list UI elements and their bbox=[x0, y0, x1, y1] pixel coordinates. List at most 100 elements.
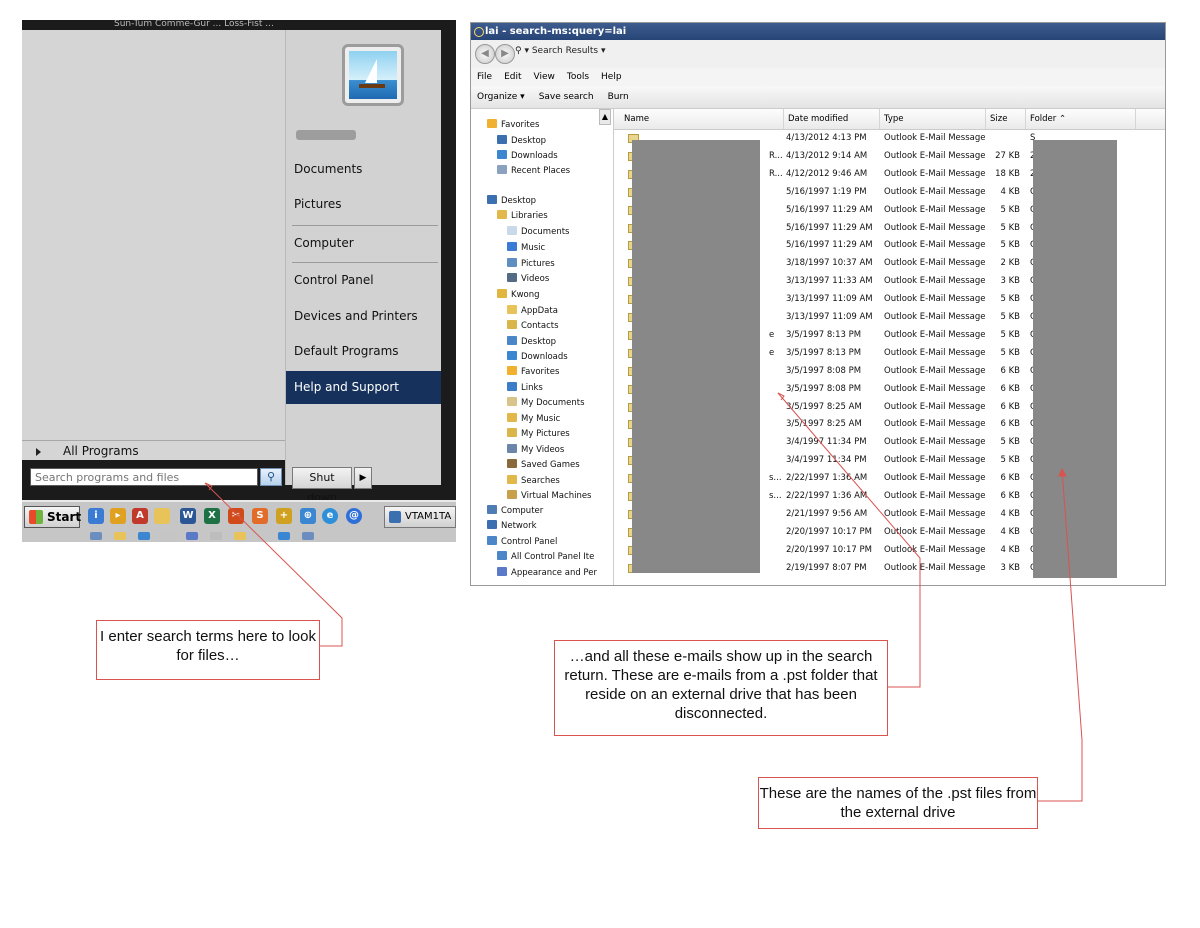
nav-item-desktop[interactable]: Desktop bbox=[487, 195, 536, 207]
network-icon[interactable]: ⊕ bbox=[300, 508, 316, 524]
nav-item-my-documents[interactable]: My Documents bbox=[507, 397, 585, 409]
nav-item-label: All Control Panel Ite bbox=[511, 552, 595, 562]
tray-icon[interactable] bbox=[186, 532, 198, 540]
word-icon[interactable]: W bbox=[180, 508, 196, 524]
nav-item-recent-places[interactable]: Recent Places bbox=[497, 165, 570, 177]
command-bar: Organize ▾ Save search Burn bbox=[471, 86, 1165, 109]
tray-icon[interactable] bbox=[138, 532, 150, 540]
user-picture-icon[interactable] bbox=[342, 44, 404, 106]
nav-item-my-music[interactable]: My Music bbox=[507, 413, 560, 425]
nav-item-control-panel[interactable]: Control Panel bbox=[487, 536, 557, 548]
nav-item-computer[interactable]: Computer bbox=[487, 505, 543, 517]
folder-icon bbox=[507, 382, 517, 391]
date-modified-cell: 3/13/1997 11:33 AM bbox=[786, 276, 873, 287]
start-menu-item-pictures[interactable]: Pictures bbox=[294, 188, 440, 221]
nav-scroll-up-button[interactable]: ▲ bbox=[599, 109, 611, 125]
toolbar-organize[interactable]: Organize ▾ bbox=[477, 92, 525, 102]
start-button[interactable]: Start bbox=[24, 506, 81, 528]
menu-view[interactable]: View bbox=[534, 72, 555, 82]
pdf-icon[interactable]: A bbox=[132, 508, 148, 524]
nav-item-my-pictures[interactable]: My Pictures bbox=[507, 428, 570, 440]
app-icon[interactable]: S bbox=[252, 508, 268, 524]
nav-item-searches[interactable]: Searches bbox=[507, 475, 560, 487]
back-button[interactable]: ◀ bbox=[475, 44, 495, 64]
shut-down-options-arrow-icon[interactable]: ▶ bbox=[354, 467, 372, 489]
shut-down-button[interactable]: Shut down bbox=[292, 467, 352, 504]
column-header-type[interactable]: Type bbox=[880, 109, 986, 129]
taskbar-window-button[interactable]: VTAM1TA bbox=[384, 506, 456, 528]
nav-item-favorites[interactable]: Favorites bbox=[487, 119, 539, 131]
user-add-icon[interactable]: + bbox=[276, 508, 292, 524]
snipping-icon[interactable]: ✂ bbox=[228, 508, 244, 524]
column-header-size[interactable]: Size bbox=[986, 109, 1026, 129]
size-cell: 6 KB bbox=[1000, 401, 1020, 412]
menu-help[interactable]: Help bbox=[601, 72, 622, 82]
nav-item-kwong[interactable]: Kwong bbox=[497, 289, 540, 301]
tray-icon[interactable] bbox=[162, 532, 174, 540]
nav-item-pictures[interactable]: Pictures bbox=[507, 258, 555, 270]
info-icon[interactable]: i bbox=[88, 508, 104, 524]
nav-item-network[interactable]: Network bbox=[487, 520, 537, 532]
start-menu-item-help-and-support[interactable]: Help and Support bbox=[286, 371, 441, 404]
start-menu-item-devices-and-printers[interactable]: Devices and Printers bbox=[294, 300, 440, 333]
nav-item-label: Contacts bbox=[521, 321, 559, 331]
type-cell: Outlook E-Mail Message bbox=[884, 562, 986, 573]
tray-icon[interactable] bbox=[278, 532, 290, 540]
size-cell: 5 KB bbox=[1000, 455, 1020, 466]
folder-icon bbox=[507, 413, 517, 422]
user-name-blurred[interactable] bbox=[296, 130, 356, 140]
menu-edit[interactable]: Edit bbox=[504, 72, 521, 82]
start-menu-item-default-programs[interactable]: Default Programs bbox=[294, 335, 440, 368]
nav-item-downloads[interactable]: Downloads bbox=[507, 351, 568, 363]
nav-item-music[interactable]: Music bbox=[507, 242, 545, 254]
nav-item-appearance-and-per[interactable]: Appearance and Per bbox=[497, 567, 597, 579]
nav-item-documents[interactable]: Documents bbox=[507, 226, 569, 238]
toolbar-save-search[interactable]: Save search bbox=[539, 92, 594, 102]
internet-explorer-icon[interactable]: e bbox=[322, 508, 338, 524]
tray-icon[interactable] bbox=[114, 532, 126, 540]
nav-item-label: Downloads bbox=[511, 151, 558, 161]
nav-item-libraries[interactable]: Libraries bbox=[497, 210, 548, 222]
type-cell: Outlook E-Mail Message bbox=[884, 133, 986, 143]
nav-item-label: Downloads bbox=[521, 352, 568, 362]
computer-icon bbox=[487, 505, 497, 514]
nav-item-favorites[interactable]: Favorites bbox=[507, 366, 559, 378]
start-menu-item-computer[interactable]: Computer bbox=[294, 227, 440, 260]
tray-icon[interactable] bbox=[210, 532, 222, 540]
date-modified-cell: 2/22/1997 1:36 AM bbox=[786, 473, 868, 484]
nav-item-videos[interactable]: Videos bbox=[507, 273, 549, 285]
column-header-name[interactable]: Name bbox=[620, 109, 784, 129]
nav-item-virtual-machines[interactable]: Virtual Machines bbox=[507, 490, 592, 502]
browser-icon[interactable]: @ bbox=[346, 508, 362, 524]
tray-icon[interactable] bbox=[90, 532, 102, 540]
nav-item-downloads[interactable]: Downloads bbox=[497, 150, 558, 162]
search-input[interactable] bbox=[30, 468, 258, 486]
nav-item-contacts[interactable]: Contacts bbox=[507, 320, 559, 332]
column-header-date-modified[interactable]: Date modified bbox=[784, 109, 880, 129]
column-header-folder[interactable]: Folder ⌃ bbox=[1026, 109, 1136, 129]
pin-app-icon[interactable]: ▸ bbox=[110, 508, 126, 524]
folder-icon[interactable] bbox=[154, 508, 170, 524]
nav-item-desktop[interactable]: Desktop bbox=[507, 336, 556, 348]
search-icon[interactable]: ⚲ bbox=[260, 468, 282, 486]
menu-tools[interactable]: Tools bbox=[567, 72, 589, 82]
tray-icon[interactable] bbox=[302, 532, 314, 540]
address-breadcrumb[interactable]: ⚲ ▾ Search Results ▾ bbox=[515, 46, 606, 56]
tray-icon[interactable] bbox=[234, 532, 246, 540]
start-menu-item-control-panel[interactable]: Control Panel bbox=[294, 264, 440, 297]
explorer-title-bar[interactable]: lai - search-ms:query=lai bbox=[471, 23, 1165, 40]
nav-item-desktop[interactable]: Desktop bbox=[497, 135, 546, 147]
all-programs-button[interactable]: All Programs bbox=[36, 444, 139, 458]
start-menu-item-documents[interactable]: Documents bbox=[294, 153, 440, 186]
excel-icon[interactable]: X bbox=[204, 508, 220, 524]
nav-item-all-control-panel-ite[interactable]: All Control Panel Ite bbox=[497, 551, 594, 563]
nav-item-my-videos[interactable]: My Videos bbox=[507, 444, 564, 456]
date-modified-cell: 5/16/1997 1:19 PM bbox=[786, 186, 867, 197]
forward-button[interactable]: ▶ bbox=[495, 44, 515, 64]
menu-file[interactable]: File bbox=[477, 72, 492, 82]
toolbar-burn[interactable]: Burn bbox=[608, 92, 629, 102]
nav-item-saved-games[interactable]: Saved Games bbox=[507, 459, 580, 471]
nav-item-appdata[interactable]: AppData bbox=[507, 305, 558, 317]
date-modified-cell: 4/13/2012 4:13 PM bbox=[786, 133, 867, 143]
nav-item-links[interactable]: Links bbox=[507, 382, 543, 394]
